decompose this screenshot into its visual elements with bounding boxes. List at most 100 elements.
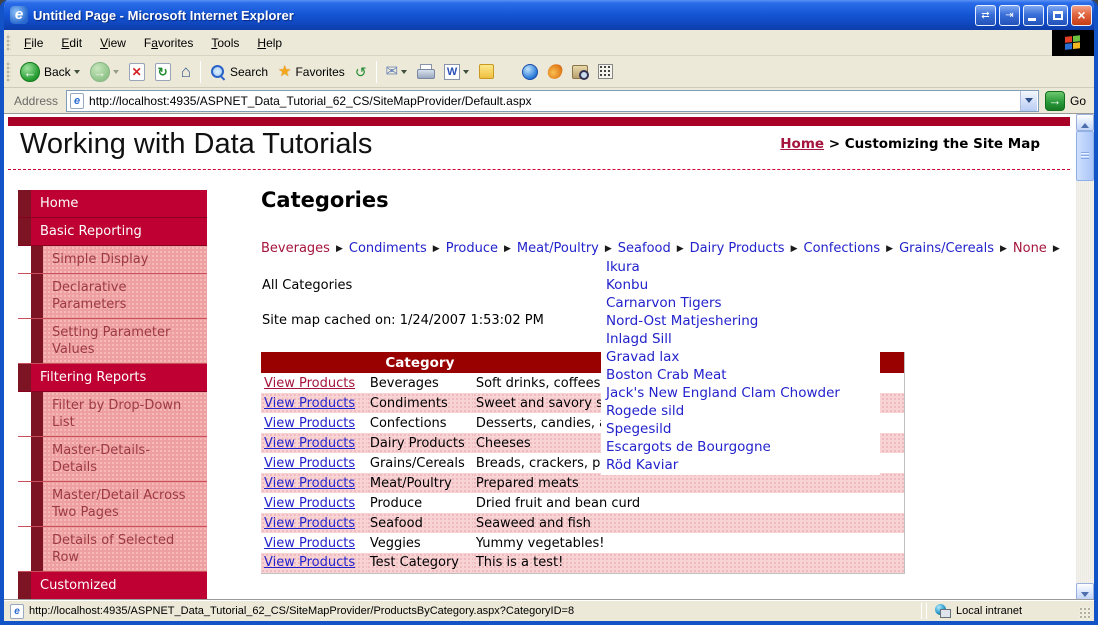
favorites-button[interactable]: ★ Favorites bbox=[273, 61, 350, 83]
forward-dropdown-icon[interactable] bbox=[112, 69, 119, 74]
flyout-item-nord-ost-matjeshering[interactable]: Nord-Ost Matjeshering bbox=[601, 312, 880, 330]
sidebar-accent-block bbox=[31, 392, 43, 436]
flyout-item-rogede-sild[interactable]: Rogede sild bbox=[601, 402, 880, 420]
flyout-item-boston-crab-meat[interactable]: Boston Crab Meat bbox=[601, 366, 880, 384]
breadcrumb-home-link[interactable]: Home bbox=[780, 136, 824, 152]
category-link-seafood[interactable]: Seafood bbox=[618, 241, 671, 256]
menu-view[interactable]: View bbox=[91, 32, 135, 54]
discuss-button[interactable] bbox=[474, 61, 499, 82]
maximize-button[interactable] bbox=[1047, 4, 1068, 26]
menu-arrow-icon: ▶ bbox=[335, 244, 343, 254]
flyout-item-konbu[interactable]: Konbu bbox=[601, 276, 880, 294]
view-products-cell: View Products bbox=[261, 473, 367, 493]
sidebar-item-master-detail-across-two-pages[interactable]: Master/Detail Across Two Pages bbox=[18, 482, 207, 527]
print-button[interactable] bbox=[412, 61, 439, 82]
toolbar-separator bbox=[375, 60, 377, 83]
sidebar-item-details-of-selected-row[interactable]: Details of Selected Row bbox=[18, 527, 207, 572]
sidebar-item-declarative-parameters[interactable]: Declarative Parameters bbox=[18, 274, 207, 319]
vertical-scrollbar[interactable] bbox=[1076, 114, 1094, 600]
view-products-link[interactable]: View Products bbox=[264, 496, 355, 511]
flyout-item-r-d-kaviar[interactable]: Röd Kaviar bbox=[601, 456, 880, 474]
back-dropdown-icon[interactable] bbox=[73, 69, 80, 74]
view-products-link[interactable]: View Products bbox=[264, 396, 355, 411]
addon2-button[interactable] bbox=[593, 61, 618, 82]
research-button[interactable] bbox=[567, 62, 593, 82]
flyout-item-inlagd-sill[interactable]: Inlagd Sill bbox=[601, 330, 880, 348]
category-link-produce[interactable]: Produce bbox=[446, 241, 498, 256]
address-input[interactable]: e http://localhost:4935/ASPNET_Data_Tuto… bbox=[66, 89, 1039, 112]
sidebar-item-filtering-reports[interactable]: Filtering Reports bbox=[18, 364, 207, 392]
sidebar-item-simple-display[interactable]: Simple Display bbox=[18, 246, 207, 274]
category-link-grains-cereals[interactable]: Grains/Cereals bbox=[899, 241, 994, 256]
view-products-link[interactable]: View Products bbox=[264, 516, 355, 531]
sidebar-accent-block bbox=[31, 527, 43, 571]
close-button[interactable]: × bbox=[1071, 4, 1092, 26]
minimize-button[interactable] bbox=[1023, 4, 1044, 26]
flyout-item-escargots-de-bourgogne[interactable]: Escargots de Bourgogne bbox=[601, 438, 880, 456]
mail-dropdown-icon[interactable] bbox=[401, 69, 408, 74]
category-cell: Veggies bbox=[369, 535, 421, 551]
scrollbar-thumb[interactable] bbox=[1076, 131, 1094, 181]
sidebar-item-customized[interactable]: Customized bbox=[18, 572, 207, 600]
resize-grip[interactable] bbox=[1079, 606, 1092, 620]
view-products-link[interactable]: View Products bbox=[264, 536, 355, 551]
sidebar-item-home[interactable]: Home bbox=[18, 190, 207, 218]
stop-button[interactable]: ✕ bbox=[124, 60, 150, 84]
address-dropdown-button[interactable] bbox=[1019, 90, 1037, 111]
browser-window: e Untitled Page - Microsoft Internet Exp… bbox=[0, 0, 1098, 625]
forward-button[interactable]: → bbox=[85, 59, 124, 85]
mail-button[interactable]: ✉ bbox=[381, 61, 413, 83]
addon-button[interactable] bbox=[543, 61, 567, 82]
sidebar-item-basic-reporting[interactable]: Basic Reporting bbox=[18, 218, 207, 246]
address-url[interactable]: http://localhost:4935/ASPNET_Data_Tutori… bbox=[89, 94, 1020, 108]
menu-file[interactable]: File bbox=[15, 32, 52, 54]
search-button[interactable]: Search bbox=[205, 61, 273, 83]
scroll-down-button[interactable] bbox=[1076, 583, 1094, 600]
back-button[interactable]: ← Back bbox=[15, 59, 85, 85]
category-link-beverages[interactable]: Beverages bbox=[261, 241, 330, 256]
go-button[interactable]: → Go bbox=[1044, 90, 1086, 111]
refresh-button[interactable]: ↻ bbox=[150, 60, 176, 84]
category-link-condiments[interactable]: Condiments bbox=[349, 241, 427, 256]
menu-help[interactable]: Help bbox=[248, 32, 291, 54]
view-products-link[interactable]: View Products bbox=[264, 476, 355, 491]
menu-tools[interactable]: Tools bbox=[202, 32, 248, 54]
menubar-grip[interactable] bbox=[6, 33, 11, 52]
flyout-item-carnarvon-tigers[interactable]: Carnarvon Tigers bbox=[601, 294, 880, 312]
category-link-confections[interactable]: Confections bbox=[804, 241, 881, 256]
description-cell: Yummy vegetables! bbox=[475, 535, 605, 551]
view-products-link[interactable]: View Products bbox=[264, 416, 355, 431]
view-products-link[interactable]: View Products bbox=[264, 436, 355, 451]
menu-arrow-icon: ▶ bbox=[432, 244, 440, 254]
view-products-link[interactable]: View Products bbox=[264, 376, 355, 391]
arrow-up-icon bbox=[1081, 123, 1089, 128]
toolbar-grip[interactable] bbox=[6, 60, 11, 83]
back-icon: ← bbox=[20, 61, 40, 82]
sidebar-item-master-details-details[interactable]: Master-Details-Details bbox=[18, 437, 207, 482]
menu-favorites[interactable]: Favorites bbox=[135, 32, 202, 54]
cache-note: Site map cached on: 1/24/2007 1:53:02 PM bbox=[262, 313, 544, 328]
category-link-dairy-products[interactable]: Dairy Products bbox=[690, 241, 785, 256]
menu-edit[interactable]: Edit bbox=[52, 32, 91, 54]
sidebar-item-filter-by-drop-down-list[interactable]: Filter by Drop-Down List bbox=[18, 392, 207, 437]
flyout-item-gravad-lax[interactable]: Gravad lax bbox=[601, 348, 880, 366]
seafood-flyout-menu: Ikura Konbu Carnarvon Tigers Nord-Ost Matje… bbox=[601, 256, 880, 475]
history-button[interactable]: ↺ bbox=[350, 61, 372, 83]
flyout-item-ikura[interactable]: Ikura bbox=[601, 258, 880, 276]
category-link-none[interactable]: None bbox=[1013, 241, 1047, 256]
edit-word-button[interactable]: W bbox=[439, 61, 474, 83]
view-products-link[interactable]: View Products bbox=[264, 555, 355, 570]
sidebar-item-setting-parameter-values[interactable]: Setting Parameter Values bbox=[18, 319, 207, 364]
scroll-up-button[interactable] bbox=[1076, 114, 1094, 131]
category-link-meat-poultry[interactable]: Meat/Poultry bbox=[517, 241, 599, 256]
flyout-item-jack-s-new-england-clam-chowder[interactable]: Jack's New England Clam Chowder bbox=[601, 384, 880, 402]
view-products-link[interactable]: View Products bbox=[264, 456, 355, 471]
menu-bar: File Edit View Favorites Tools Help bbox=[4, 30, 1094, 56]
view-products-cell: View Products bbox=[261, 533, 367, 553]
window-arrows-button[interactable]: ⇄ bbox=[975, 4, 996, 26]
flyout-item-spegesild[interactable]: Spegesild bbox=[601, 420, 880, 438]
edit-dropdown-icon[interactable] bbox=[463, 69, 470, 74]
home-button[interactable]: ⌂ bbox=[176, 60, 196, 84]
messenger-button[interactable] bbox=[517, 61, 543, 83]
window-detach-button[interactable]: ⇥ bbox=[999, 4, 1020, 26]
